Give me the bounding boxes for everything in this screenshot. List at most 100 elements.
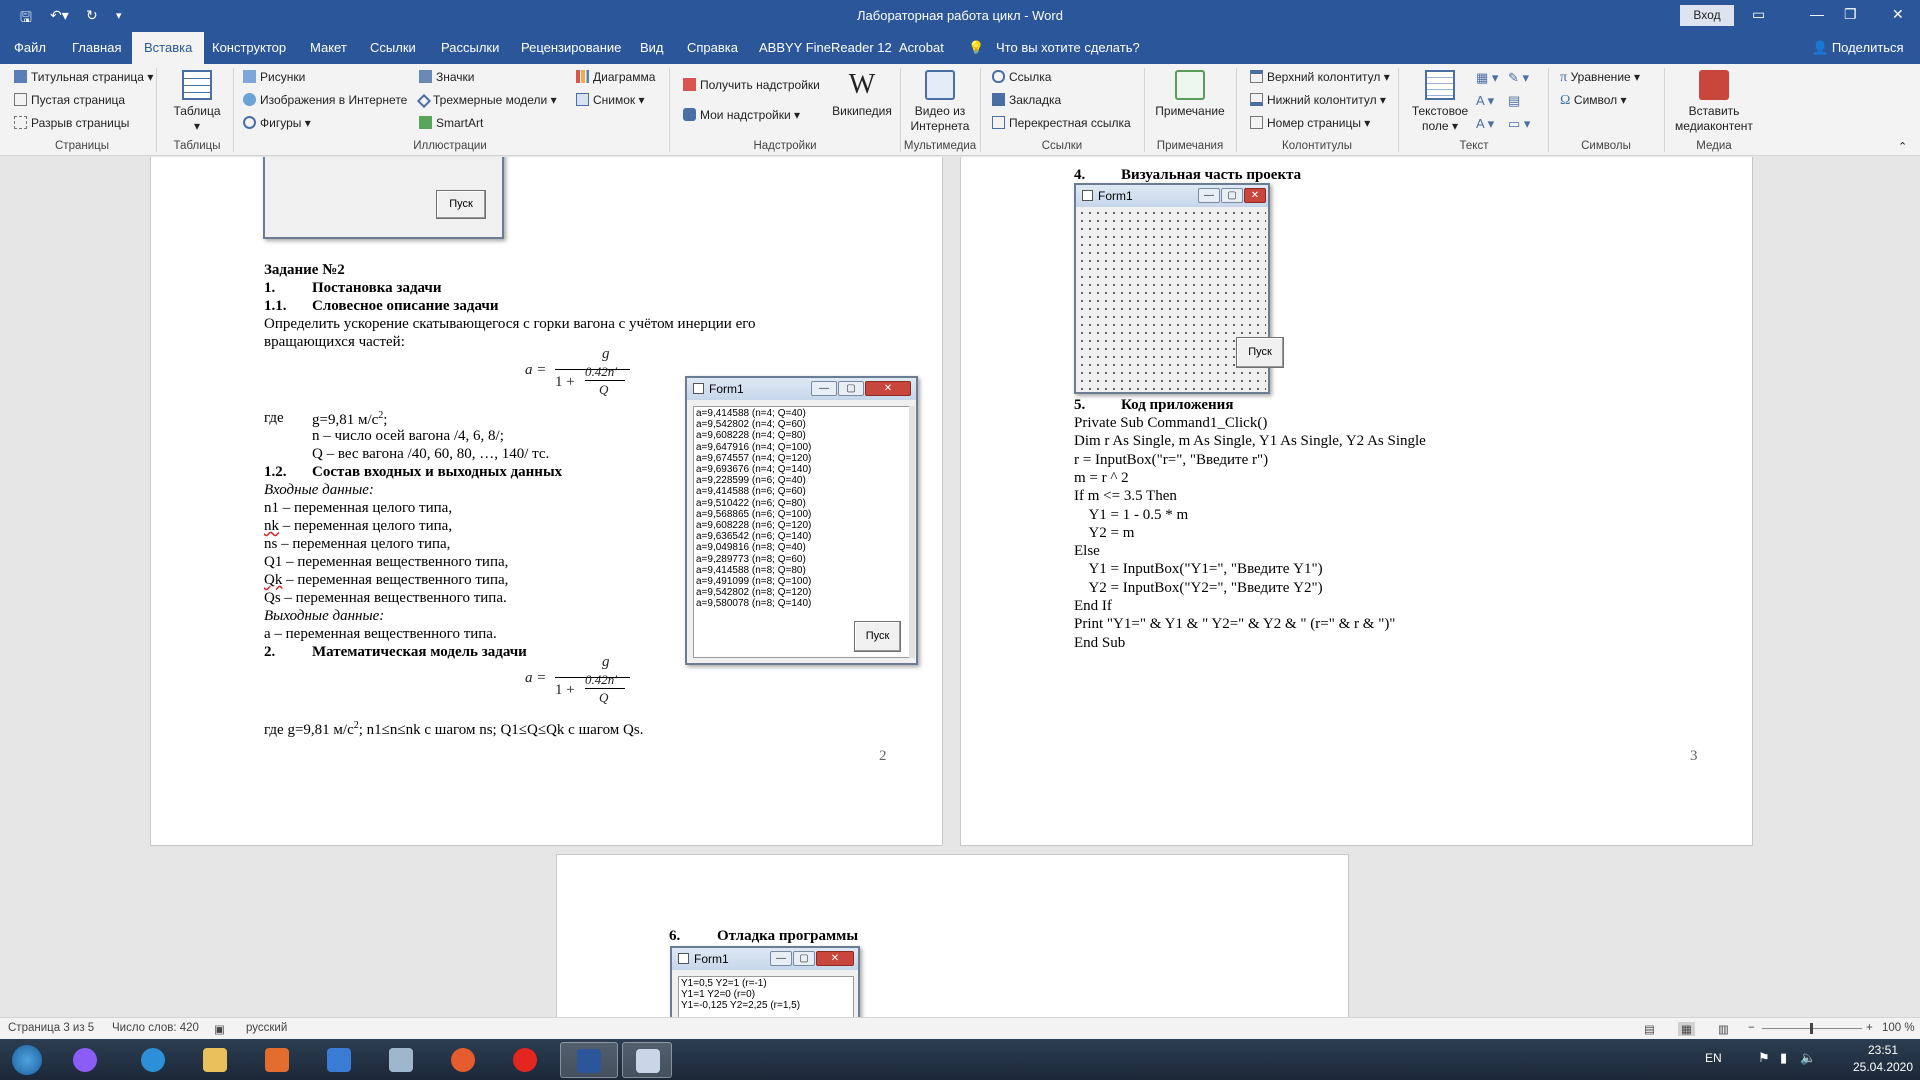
equation-button[interactable]: π Уравнение ▾ — [1560, 70, 1640, 86]
description-line-1: Определить ускорение скатывающегося с го… — [264, 316, 756, 332]
tab-acrobat[interactable]: Acrobat — [899, 32, 944, 64]
table-button[interactable]: Таблица ▾ — [166, 70, 228, 134]
taskbar-maps[interactable] — [438, 1042, 488, 1078]
title-page-button[interactable]: Титульная страница ▾ — [14, 70, 153, 84]
web-layout-icon[interactable]: ▥ — [1718, 1022, 1729, 1036]
results-form[interactable]: Form1 — ▢ ✕ a=9,414588 (n=4; Q=40) a=9,54… — [685, 376, 918, 665]
collapse-ribbon-icon[interactable]: ⌃ — [1898, 140, 1907, 153]
taskbar-word[interactable] — [560, 1042, 618, 1078]
object-icon[interactable]: ▭ ▾ — [1508, 116, 1530, 132]
tab-layout[interactable]: Макет — [310, 32, 347, 64]
screenshot-button[interactable]: Снимок ▾ — [576, 93, 645, 107]
tab-review[interactable]: Рецензирование — [521, 32, 621, 64]
sign-in-button[interactable]: Вход — [1680, 5, 1734, 26]
pictures-button[interactable]: Рисунки — [243, 70, 305, 84]
my-addins-button[interactable]: Мои надстройки ▾ — [683, 108, 800, 122]
header-button[interactable]: Верхний колонтитул ▾ — [1250, 70, 1390, 84]
run-button-top[interactable]: Пуск — [436, 190, 486, 219]
minimize-icon[interactable]: — — [1810, 6, 1824, 22]
debug-form[interactable]: Form1 — ▢ ✕ Y1=0,5 Y2=1 (r=-1) Y1=1 Y2=0… — [670, 946, 860, 1017]
page-3[interactable]: 4. Визуальная часть проекта Form1 — ▢ ✕ … — [960, 157, 1753, 846]
debug-close-button[interactable]: ✕ — [816, 951, 854, 966]
textbox-button[interactable]: Текстовое поле ▾ — [1404, 70, 1476, 134]
insert-media-button[interactable]: Вставить медиаконтент — [1668, 70, 1760, 134]
print-layout-icon[interactable]: ▦ — [1678, 1022, 1695, 1036]
icons-button[interactable]: Значки — [419, 70, 475, 84]
clock-date[interactable]: 25.04.2020 — [1848, 1060, 1918, 1074]
taskbar-media[interactable] — [252, 1042, 302, 1078]
page-4[interactable]: 6. Отладка программы Form1 — ▢ ✕ Y1=0,5 … — [556, 854, 1349, 1017]
form-close-button[interactable]: ✕ — [865, 381, 911, 396]
quickparts-icon[interactable]: ▦ ▾ — [1476, 70, 1498, 86]
tab-references[interactable]: Ссылки — [370, 32, 416, 64]
clock-time[interactable]: 23:51 — [1848, 1043, 1918, 1057]
zoom-in-icon[interactable]: + — [1866, 1022, 1873, 1034]
taskbar-ie[interactable] — [128, 1042, 178, 1078]
wordart-icon[interactable]: A ▾ — [1476, 93, 1494, 109]
dropcap-icon[interactable]: A ▾ — [1476, 116, 1494, 132]
tell-me-search[interactable]: Что вы хотите сделать? — [996, 32, 1140, 64]
tab-help[interactable]: Справка — [687, 32, 738, 64]
shapes-button[interactable]: Фигуры ▾ — [243, 116, 311, 130]
results-scrollbar[interactable] — [909, 406, 915, 658]
page-break-button[interactable]: Разрыв страницы — [14, 116, 129, 130]
input-language[interactable]: EN — [1705, 1051, 1722, 1065]
crossref-button[interactable]: Перекрестная ссылка — [992, 116, 1131, 130]
proofing-icon[interactable]: ▣ — [214, 1022, 225, 1036]
close-icon[interactable]: ✕ — [1892, 6, 1904, 23]
link-button[interactable]: Ссылка — [992, 70, 1051, 84]
form-maximize-button[interactable]: ▢ — [838, 381, 864, 396]
language-indicator[interactable]: русский — [246, 1022, 287, 1034]
tray-volume-icon[interactable]: 🔈 — [1800, 1050, 1816, 1066]
blank-page-button[interactable]: Пустая страница — [14, 93, 125, 107]
taskbar-calculator[interactable] — [376, 1042, 426, 1078]
ribbon-display-icon[interactable]: ▭ — [1752, 6, 1765, 23]
zoom-out-icon[interactable]: − — [1748, 1022, 1755, 1034]
form-minimize-button[interactable]: — — [811, 381, 837, 396]
taskbar-alice[interactable] — [60, 1042, 110, 1078]
zoom-slider-thumb[interactable] — [1810, 1023, 1813, 1034]
3d-models-button[interactable]: Трехмерные модели ▾ — [416, 93, 557, 109]
document-area[interactable]: Пуск Задание №2 1. Постановка задачи 1.1… — [0, 157, 1920, 1017]
restore-icon[interactable]: ❐ — [1844, 6, 1857, 23]
online-pictures-button[interactable]: Изображения в Интернете — [243, 93, 407, 107]
tab-mailings[interactable]: Рассылки — [441, 32, 499, 64]
symbol-button[interactable]: Ω Символ ▾ — [1560, 93, 1627, 109]
store-icon — [683, 78, 696, 91]
debug-output-list[interactable]: Y1=0,5 Y2=1 (r=-1) Y1=1 Y2=0 (r=0) Y1=-0… — [678, 976, 854, 1017]
bookmark-button[interactable]: Закладка — [992, 93, 1061, 107]
signature-line-icon[interactable]: ✎ ▾ — [1508, 70, 1529, 86]
page-number-button[interactable]: Номер страницы ▾ — [1250, 116, 1370, 130]
taskbar-explorer[interactable] — [190, 1042, 240, 1078]
3d-models-label: Трехмерные модели — [433, 93, 548, 107]
tab-file[interactable]: Файл — [14, 32, 46, 64]
share-button[interactable]: 👤 Поделиться — [1812, 32, 1904, 64]
footer-button[interactable]: Нижний колонтитул ▾ — [1250, 93, 1386, 107]
results-run-button[interactable]: Пуск — [854, 621, 901, 652]
debug-maximize-button[interactable]: ▢ — [793, 951, 815, 966]
taskbar-yandex[interactable] — [500, 1042, 550, 1078]
tab-design[interactable]: Конструктор — [212, 32, 286, 64]
tab-insert[interactable]: Вставка — [132, 32, 205, 64]
read-mode-icon[interactable]: ▤ — [1644, 1022, 1655, 1036]
comment-button[interactable]: Примечание — [1150, 70, 1230, 119]
start-button[interactable] — [2, 1042, 52, 1078]
debug-minimize-button[interactable]: — — [770, 951, 792, 966]
tab-view[interactable]: Вид — [640, 32, 664, 64]
date-time-icon[interactable]: ▤ — [1508, 93, 1520, 109]
tab-abbyy[interactable]: ABBYY FineReader 12 — [759, 32, 892, 64]
zoom-level[interactable]: 100 % — [1882, 1022, 1915, 1034]
wikipedia-button[interactable]: W Википедия — [826, 70, 898, 119]
get-addins-button[interactable]: Получить надстройки — [683, 78, 820, 92]
tab-home[interactable]: Главная — [72, 32, 121, 64]
tray-network-icon[interactable]: ▮ — [1780, 1050, 1787, 1066]
page-indicator[interactable]: Страница 3 из 5 — [8, 1022, 94, 1034]
picture-icon — [243, 70, 256, 83]
online-video-button[interactable]: Видео из Интернета — [908, 70, 972, 134]
word-count[interactable]: Число слов: 420 — [112, 1022, 199, 1034]
taskbar-network[interactable] — [314, 1042, 364, 1078]
taskbar-vb[interactable] — [622, 1042, 672, 1078]
chart-button[interactable]: Диаграмма — [576, 70, 655, 84]
smartart-button[interactable]: SmartArt — [419, 116, 483, 130]
tray-flag-icon[interactable]: ⚑ — [1758, 1050, 1770, 1066]
